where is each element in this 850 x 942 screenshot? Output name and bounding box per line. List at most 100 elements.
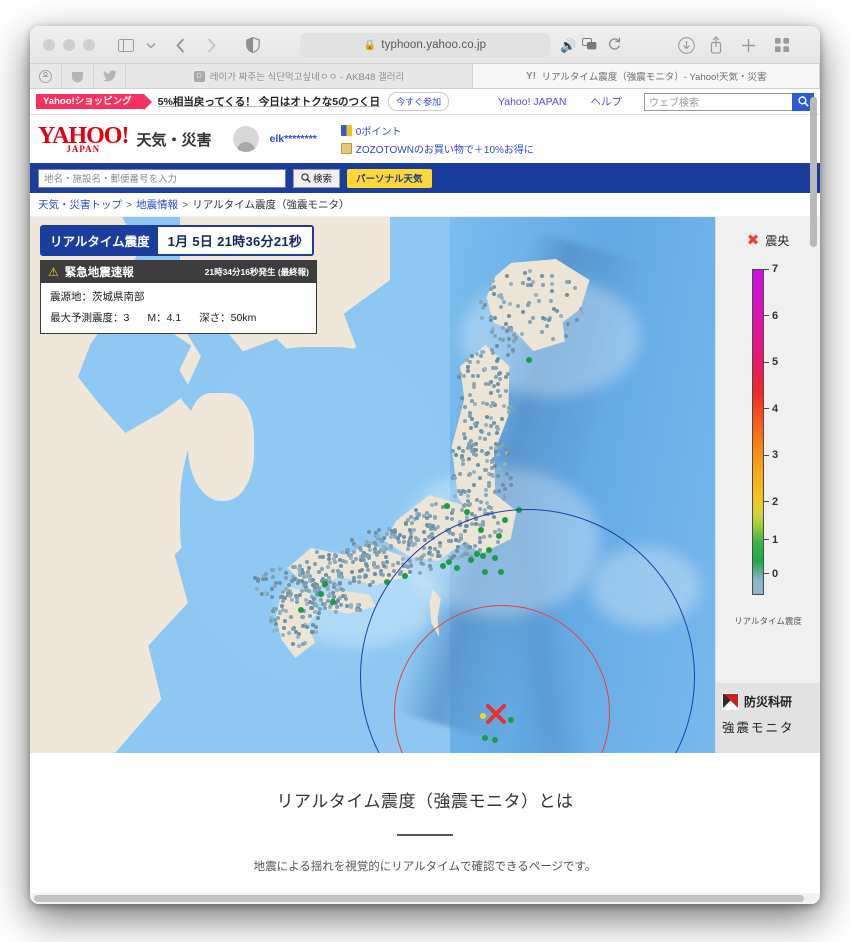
- sensor-dot: [478, 436, 482, 440]
- sensor-dot: [335, 605, 339, 609]
- sensor-dot: [308, 614, 312, 618]
- nied-logo-icon: [722, 693, 739, 710]
- favorite-pocket-icon[interactable]: [62, 64, 94, 88]
- sensor-dot: [487, 481, 491, 485]
- user-avatar-icon[interactable]: [233, 126, 259, 152]
- point-link[interactable]: 0ポイント: [341, 123, 534, 138]
- sensor-dot: [489, 446, 493, 450]
- web-search-input[interactable]: ウェブ検索: [644, 93, 792, 111]
- sensor-dot: [410, 521, 414, 525]
- sensor-dot: [301, 571, 305, 575]
- yahoo-japan-link[interactable]: Yahoo! JAPAN: [498, 96, 566, 108]
- promo-cta-button[interactable]: 今すぐ参加: [388, 92, 449, 111]
- sensor-dot: [460, 396, 464, 400]
- service-name[interactable]: 天気・災害: [136, 129, 211, 150]
- sensor-dot: [493, 316, 497, 320]
- promo-text[interactable]: 5%相当戻ってくる！ 今日はオトクな5のつく日: [158, 94, 380, 109]
- browser-tab-active[interactable]: Y! リアルタイム震度（強震モニタ）- Yahoo!天気・災害: [473, 64, 820, 88]
- personal-weather-button[interactable]: パーソナル天気: [347, 169, 432, 188]
- sensor-dot: [466, 446, 470, 450]
- sensor-dot: [297, 644, 301, 648]
- address-bar[interactable]: 🔒 typhoon.yahoo.co.jp: [300, 33, 550, 57]
- sensor-dot: [491, 279, 495, 283]
- sensor-dot: [316, 616, 320, 620]
- breadcrumb-item-quake[interactable]: 地震情報: [136, 197, 178, 212]
- scrollbar-thumb[interactable]: [34, 895, 804, 902]
- sensor-dot: [531, 316, 535, 320]
- search-button[interactable]: 検索: [293, 169, 340, 188]
- sensor-dot: [506, 353, 510, 357]
- sensor-dot: [521, 281, 525, 285]
- audio-playing-icon[interactable]: 🔊: [560, 38, 576, 54]
- sensor-dot: [507, 410, 511, 414]
- sensor-dot: [505, 329, 509, 333]
- sensor-dot: [504, 389, 508, 393]
- shopping-badge[interactable]: Yahoo!ショッピング: [36, 94, 144, 110]
- sensor-dot: [289, 615, 293, 619]
- breadcrumb-separator: >: [182, 199, 188, 211]
- sensor-dot: [527, 277, 531, 281]
- tab-overview-icon[interactable]: [770, 26, 794, 64]
- sensor-dot: [497, 489, 501, 493]
- map-timestamp: 1月 5日 21時36分21秒: [158, 227, 313, 254]
- sensor-dot: [475, 352, 479, 356]
- favorite-twitter-icon[interactable]: [94, 64, 126, 88]
- window-controls[interactable]: [43, 39, 95, 51]
- sensor-dot: [472, 483, 476, 487]
- map-title-label: リアルタイム震度: [42, 227, 158, 254]
- color-scale-bar: [752, 269, 764, 595]
- page-horizontal-scrollbar[interactable]: [30, 893, 820, 904]
- sensor-dot: [344, 597, 348, 601]
- map-title-bar: リアルタイム震度 1月 5日 21時36分21秒: [40, 225, 314, 256]
- user-id[interactable]: elk********: [269, 133, 316, 145]
- sensor-dot: [379, 538, 383, 542]
- reload-icon[interactable]: [608, 37, 621, 54]
- sensor-dot: [481, 401, 485, 405]
- sensor-dot: [566, 322, 570, 326]
- chevron-down-icon[interactable]: [142, 26, 160, 64]
- nied-credit: 防災科研 強震モニタ: [716, 683, 820, 753]
- sensor-dot: [550, 274, 554, 278]
- share-icon[interactable]: [704, 26, 728, 64]
- browser-tab[interactable]: D 레이가 짜주는 식단먹고싶네ㅇㅇ - AKB48 갤러리: [126, 64, 473, 88]
- sensor-dot: [402, 540, 406, 544]
- help-link[interactable]: ヘルプ: [591, 94, 623, 109]
- sensor-dot: [291, 642, 295, 646]
- sensor-dot: [487, 432, 491, 436]
- sensor-dot: [489, 315, 493, 319]
- new-tab-icon[interactable]: [736, 26, 760, 64]
- search-input[interactable]: 地名・施設名・郵便番号を入力: [38, 169, 286, 188]
- sensor-dot: [412, 528, 416, 532]
- map-canvas[interactable]: リアルタイム震度 1月 5日 21時36分21秒 ⚠ 緊急地震速報 21時34分…: [30, 217, 715, 753]
- scrollbar-thumb[interactable]: [810, 97, 817, 247]
- page-vertical-scrollbar[interactable]: [810, 91, 817, 904]
- browser-toolbar: 🔒 typhoon.yahoo.co.jp 🔊: [30, 26, 820, 64]
- translate-icon[interactable]: [582, 38, 597, 53]
- sensor-dot: [313, 562, 317, 566]
- yahoo-logo-sub: JAPAN: [66, 145, 100, 154]
- sensor-dot: [323, 606, 327, 610]
- sensor-dot: [275, 628, 279, 632]
- close-window-button[interactable]: [43, 39, 55, 51]
- sensor-dot: [550, 282, 554, 286]
- sensor-dot: [295, 600, 299, 604]
- sensor-dot: [504, 322, 508, 326]
- maximize-window-button[interactable]: [83, 39, 95, 51]
- zozotown-link[interactable]: ZOZOTOWNのお買い物で＋10%お得に: [341, 141, 534, 156]
- breadcrumb-item-top[interactable]: 天気・災害トップ: [38, 197, 122, 212]
- favorite-safari-icon[interactable]: [30, 64, 62, 88]
- sensor-dot: [314, 625, 318, 629]
- forward-chevron-icon[interactable]: [200, 26, 222, 64]
- privacy-shield-icon[interactable]: [242, 26, 264, 64]
- back-chevron-icon[interactable]: [169, 26, 191, 64]
- minimize-window-button[interactable]: [63, 39, 75, 51]
- sensor-dot: [382, 550, 386, 554]
- sensor-dot: [287, 631, 291, 635]
- sidebar-toggle-icon[interactable]: [115, 26, 137, 64]
- sensor-dot: [430, 503, 434, 507]
- sensor-dot: [433, 515, 437, 519]
- sensor-dot: [479, 500, 483, 504]
- yahoo-logo[interactable]: YAHOO! JAPAN: [38, 124, 128, 154]
- download-icon[interactable]: [674, 26, 698, 64]
- sensor-dot: [498, 337, 502, 341]
